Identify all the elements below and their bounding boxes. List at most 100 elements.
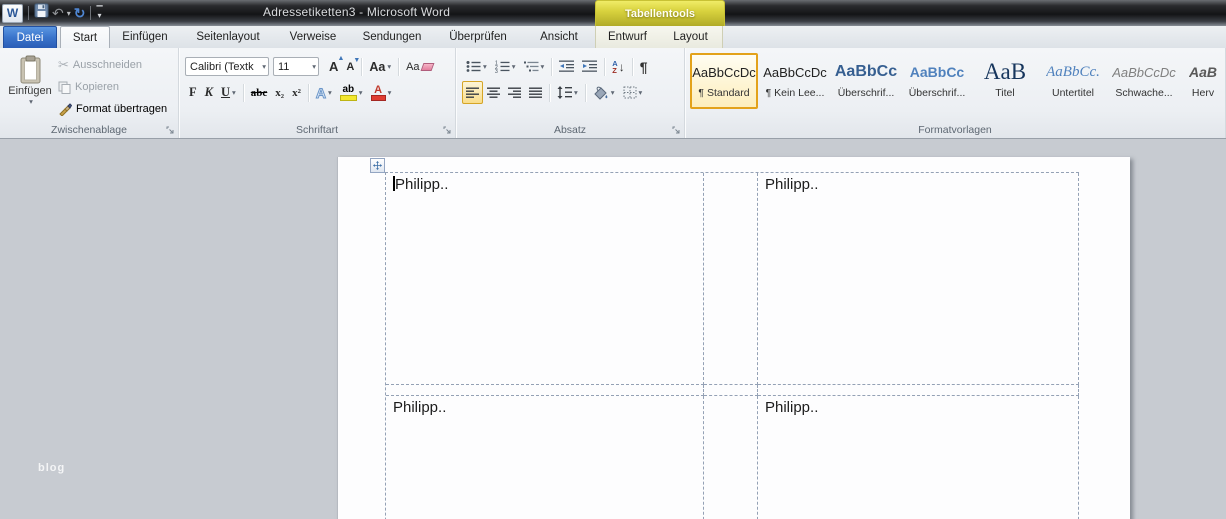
strikethrough-button[interactable]: abc xyxy=(247,81,272,104)
styles-gallery: AaBbCcDc ¶ Standard AaBbCcDc ¶ Kein Lee.… xyxy=(690,53,1225,109)
tab-verweise[interactable]: Verweise xyxy=(282,26,344,48)
copy-button[interactable]: Kopieren xyxy=(58,76,167,98)
table-gap-cell[interactable] xyxy=(704,396,758,519)
separator xyxy=(398,57,400,76)
separator xyxy=(604,57,606,76)
text-effects-button[interactable]: A ▾ xyxy=(312,81,336,104)
table-cell-r1c1[interactable]: Philipp.. xyxy=(386,173,704,385)
numbered-list-icon: 123 xyxy=(495,61,510,73)
copy-icon xyxy=(58,81,71,94)
highlight-bar xyxy=(339,94,357,101)
paragraph-row-2: ▾ ▾ ▾ xyxy=(462,81,646,104)
font-color-button[interactable]: A ▾ xyxy=(367,81,396,104)
style-titel[interactable]: AaB Titel xyxy=(974,53,1036,109)
align-center-button[interactable] xyxy=(483,81,504,104)
bullets-button[interactable]: ▾ xyxy=(462,55,491,78)
borders-button[interactable]: ▾ xyxy=(619,81,647,104)
style-untertitel[interactable]: AaBbCc. Untertitel xyxy=(1039,53,1107,109)
shading-button[interactable]: ▾ xyxy=(589,81,619,104)
align-right-button[interactable] xyxy=(504,81,525,104)
line-spacing-button[interactable]: ▾ xyxy=(553,81,582,104)
dialog-launcher-icon[interactable] xyxy=(672,126,681,135)
indent-icon xyxy=(582,60,598,72)
undo-dropdown[interactable]: ▾ xyxy=(67,9,71,18)
table-gap-cell[interactable] xyxy=(704,173,758,385)
tab-ansicht[interactable]: Ansicht xyxy=(528,26,590,48)
tab-sendungen[interactable]: Sendungen xyxy=(356,26,428,48)
sort-button[interactable]: AZ ↓ xyxy=(608,55,628,78)
tab-layout[interactable]: Layout xyxy=(659,26,722,48)
table-cell-r1c2[interactable]: Philipp.. xyxy=(758,173,1079,385)
separator xyxy=(631,57,633,76)
justify-button[interactable] xyxy=(525,81,546,104)
word-window: W ↶ ▾ ↻ ▔ ▾ Adressetiketten3 - Microsoft W… xyxy=(0,0,1226,519)
style-schwache-hervorhebung[interactable]: AaBbCcDc Schwache... xyxy=(1110,53,1178,109)
grow-font-button[interactable]: A ▲ xyxy=(325,55,344,78)
ribbon-tab-bar: Datei Start Einfügen Seitenlayout Verwei… xyxy=(0,26,1226,48)
align-left-button[interactable] xyxy=(462,81,483,104)
format-painter-button[interactable]: Format übertragen xyxy=(58,98,167,120)
group-label: Absatz xyxy=(553,124,587,136)
decrease-indent-button[interactable] xyxy=(555,55,578,78)
word-logo-icon[interactable]: W xyxy=(2,3,23,23)
superscript-button[interactable]: x² xyxy=(288,81,305,104)
sort-icon: AZ ↓ xyxy=(612,58,625,75)
group-absatz: ▾ 123 ▾ ▾ A Z ↓ ¶ ▾ ▾ ▾ Absatz xyxy=(456,48,685,138)
tab-ueberpruefen[interactable]: Überprüfen xyxy=(444,26,512,48)
paste-button[interactable]: Einfügen ▾ xyxy=(6,54,54,123)
quick-access-toolbar: W ↶ ▾ ↻ ▔ ▾ xyxy=(2,3,103,23)
highlight-color-button[interactable]: ab ▾ xyxy=(336,81,367,104)
shrink-font-button[interactable]: A ▼ xyxy=(342,55,360,78)
change-case-button[interactable]: Aa ▾ xyxy=(365,55,395,78)
tab-seitenlayout[interactable]: Seitenlayout xyxy=(190,26,266,48)
tab-einfuegen[interactable]: Einfügen xyxy=(116,26,174,48)
document-canvas[interactable]: Philipp.. Philipp.. Philipp.. Philipp.. … xyxy=(0,140,1226,519)
tab-datei[interactable]: Datei xyxy=(3,26,57,48)
font-size-select[interactable]: 11 ▾ xyxy=(273,57,319,76)
table-spacer-cell[interactable] xyxy=(758,385,1079,396)
dialog-launcher-icon[interactable] xyxy=(443,126,452,135)
separator xyxy=(28,6,29,20)
style-ueberschrift-1[interactable]: AaBbCc Überschrif... xyxy=(832,53,900,109)
subscript-button[interactable]: x₂ xyxy=(271,81,288,104)
table-cell-r2c1[interactable]: Philipp.. xyxy=(386,396,704,519)
italic-button[interactable]: K xyxy=(201,81,217,104)
tab-entwurf[interactable]: Entwurf xyxy=(596,26,659,48)
multilevel-list-button[interactable]: ▾ xyxy=(520,55,549,78)
tab-start[interactable]: Start xyxy=(60,26,110,48)
table-cell-r2c2[interactable]: Philipp.. xyxy=(758,396,1079,519)
style-hervorhebung[interactable]: AaB Herv xyxy=(1181,53,1225,109)
separator xyxy=(361,57,363,76)
cut-button[interactable]: ✂ Ausschneiden xyxy=(58,54,167,76)
font-name-select[interactable]: Calibri (Textk ▾ xyxy=(185,57,269,76)
bold-button[interactable]: F xyxy=(185,81,201,104)
bullet-list-icon xyxy=(466,61,481,72)
paint-bucket-icon xyxy=(594,86,608,100)
style-ueberschrift-2[interactable]: AaBbCc Überschrif... xyxy=(903,53,971,109)
group-zwischenablage: Einfügen ▾ ✂ Ausschneiden Kopieren Forma… xyxy=(0,48,179,138)
clear-formatting-button[interactable]: Aa xyxy=(402,55,436,78)
redo-button[interactable]: ↻ xyxy=(74,4,86,22)
paste-label: Einfügen xyxy=(8,85,52,97)
table-spacer-cell[interactable] xyxy=(704,385,758,396)
font-color-bar xyxy=(370,94,386,101)
numbering-button[interactable]: 123 ▾ xyxy=(491,55,520,78)
blog-watermark: blog xyxy=(38,462,66,474)
group-label: Zwischenablage xyxy=(51,124,127,136)
paste-dropdown[interactable]: ▾ xyxy=(29,97,33,106)
table-move-handle[interactable] xyxy=(370,158,385,173)
separator xyxy=(307,83,309,102)
dialog-launcher-icon[interactable] xyxy=(166,126,175,135)
show-hide-pilcrow-button[interactable]: ¶ xyxy=(636,55,652,78)
clipboard-icon xyxy=(20,55,40,84)
table-spacer-cell[interactable] xyxy=(386,385,704,396)
document-page[interactable]: Philipp.. Philipp.. Philipp.. Philipp.. xyxy=(337,157,1130,519)
increase-indent-button[interactable] xyxy=(578,55,601,78)
qat-customize-button[interactable]: ▔ ▾ xyxy=(96,7,102,20)
contextual-tab-group: Entwurf Layout xyxy=(595,26,723,48)
style-kein-leerraum[interactable]: AaBbCcDc ¶ Kein Lee... xyxy=(761,53,829,109)
save-button[interactable] xyxy=(34,3,49,23)
underline-button[interactable]: U ▾ xyxy=(217,81,240,104)
style-standard[interactable]: AaBbCcDc ¶ Standard xyxy=(690,53,758,109)
undo-button[interactable]: ↶ xyxy=(52,4,64,22)
